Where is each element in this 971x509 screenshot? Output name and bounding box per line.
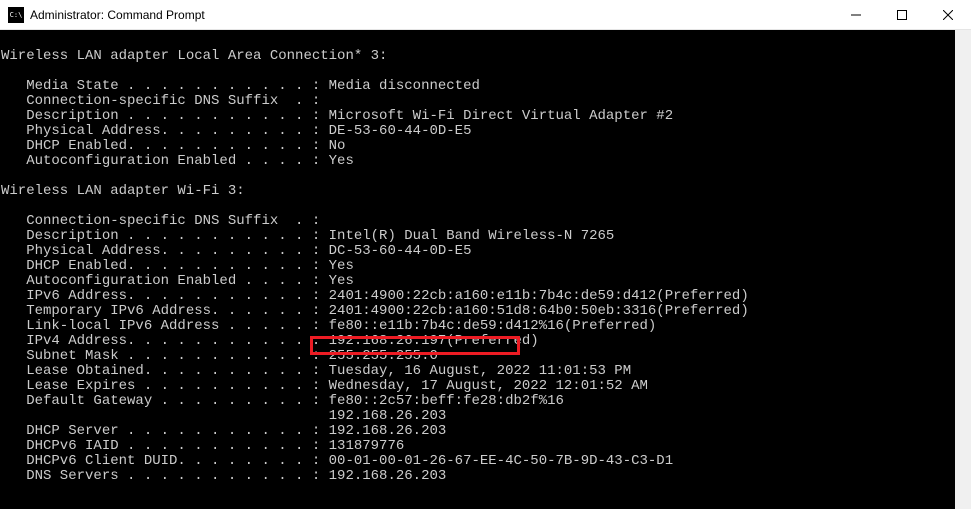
close-button[interactable]: [925, 0, 971, 30]
cmd-icon: C:\: [8, 7, 24, 23]
maximize-button[interactable]: [879, 0, 925, 30]
minimize-button[interactable]: [833, 0, 879, 30]
window-title: Administrator: Command Prompt: [30, 8, 833, 22]
scrollbar[interactable]: [955, 30, 971, 509]
window-controls: [833, 0, 971, 29]
window-titlebar: C:\ Administrator: Command Prompt: [0, 0, 971, 30]
terminal-output[interactable]: Wireless LAN adapter Local Area Connecti…: [0, 30, 955, 509]
